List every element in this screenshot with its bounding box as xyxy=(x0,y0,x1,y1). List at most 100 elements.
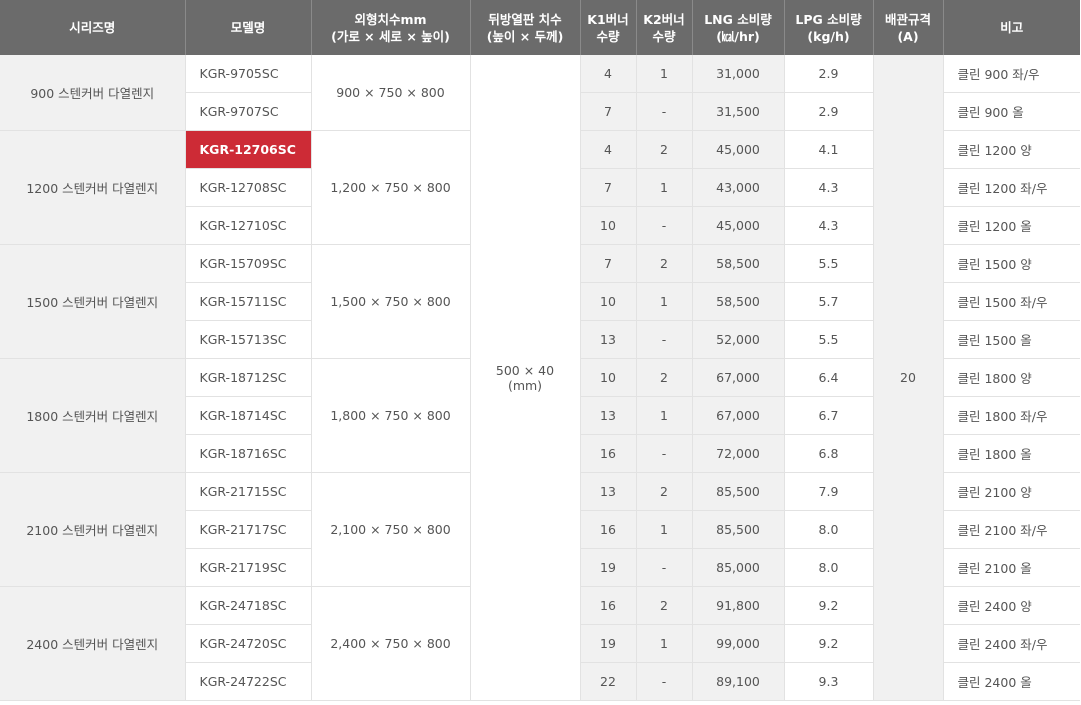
k1-burner-count-cell: 13 xyxy=(580,472,637,511)
k2-burner-count-cell: 1 xyxy=(636,396,693,435)
note-cell: 클린 1800 올 xyxy=(943,434,1080,473)
lpg-consumption-cell: 4.3 xyxy=(784,206,874,245)
header-dimensions-line1: 외형치수mm xyxy=(354,11,427,27)
dimensions-cell: 2,100 × 750 × 800 xyxy=(311,472,471,587)
model-name-cell[interactable]: KGR-9705SC xyxy=(185,55,312,93)
lpg-consumption-cell: 6.7 xyxy=(784,396,874,435)
lpg-consumption-cell: 9.2 xyxy=(784,624,874,663)
note-cell: 클린 1200 양 xyxy=(943,130,1080,169)
model-name-cell[interactable]: KGR-18712SC xyxy=(185,358,312,397)
k2-burner-count-cell: 2 xyxy=(636,472,693,511)
lng-consumption-cell: 91,800 xyxy=(692,586,785,625)
back-panel-size-unit: (mm) xyxy=(507,377,543,393)
model-name-cell[interactable]: KGR-24718SC xyxy=(185,586,312,625)
k1-burner-count-cell: 10 xyxy=(580,206,637,245)
note-cell: 클린 2400 양 xyxy=(943,586,1080,625)
model-name-cell[interactable]: KGR-15709SC xyxy=(185,244,312,283)
lng-consumption-cell: 31,000 xyxy=(692,55,785,93)
model-name-cell[interactable]: KGR-12708SC xyxy=(185,168,312,207)
lng-consumption-cell: 85,500 xyxy=(692,510,785,549)
lpg-consumption-cell: 6.8 xyxy=(784,434,874,473)
header-back-panel: 뒤방열판 치수 (높이 × 두께) xyxy=(469,0,580,55)
pipe-spec-cell: 20 xyxy=(873,55,944,701)
note-cell: 클린 1800 좌/우 xyxy=(943,396,1080,435)
header-pipe: 배관규격 (A) xyxy=(872,0,943,55)
k1-burner-count-cell: 19 xyxy=(580,624,637,663)
header-lng-line1: LNG 소비량 xyxy=(704,11,772,27)
k2-burner-count-cell: 1 xyxy=(636,168,693,207)
lpg-consumption-cell: 9.2 xyxy=(784,586,874,625)
header-model-label: 모델명 xyxy=(230,20,266,35)
header-back-panel-line1: 뒤방열판 치수 xyxy=(488,11,562,27)
lpg-consumption-cell: 5.7 xyxy=(784,282,874,321)
back-panel-size-cell: 500 × 40 (mm) xyxy=(470,55,581,701)
header-lpg-line1: LPG 소비량 xyxy=(795,11,862,27)
series-name-cell: 1500 스텐커버 다열렌지 xyxy=(0,244,186,359)
model-name-cell[interactable]: KGR-21719SC xyxy=(185,548,312,587)
lpg-consumption-cell: 8.0 xyxy=(784,548,874,587)
note-cell: 클린 1800 양 xyxy=(943,358,1080,397)
back-panel-size-value: 500 × 40 xyxy=(495,362,555,378)
header-dimensions: 외형치수mm (가로 × 세로 × 높이) xyxy=(310,0,470,55)
model-name-cell[interactable]: KGR-24722SC xyxy=(185,662,312,701)
series-name-cell: 900 스텐커버 다열렌지 xyxy=(0,55,186,131)
model-name-cell-selected[interactable]: KGR-12706SC xyxy=(185,130,312,169)
header-k2-line2: 수량 xyxy=(652,28,676,44)
k1-burner-count-cell: 16 xyxy=(580,586,637,625)
k1-burner-count-cell: 13 xyxy=(580,396,637,435)
lpg-consumption-cell: 5.5 xyxy=(784,244,874,283)
model-name-cell[interactable]: KGR-21715SC xyxy=(185,472,312,511)
note-cell: 클린 1500 올 xyxy=(943,320,1080,359)
note-cell: 클린 1500 좌/우 xyxy=(943,282,1080,321)
lng-consumption-cell: 52,000 xyxy=(692,320,785,359)
lpg-consumption-cell: 7.9 xyxy=(784,472,874,511)
k2-burner-count-cell: - xyxy=(636,92,693,131)
k1-burner-count-cell: 10 xyxy=(580,282,637,321)
lng-consumption-cell: 45,000 xyxy=(692,130,785,169)
model-name-cell[interactable]: KGR-9707SC xyxy=(185,92,312,131)
header-pipe-line1: 배관규격 xyxy=(884,11,931,27)
series-name-cell: 1200 스텐커버 다열렌지 xyxy=(0,130,186,245)
header-pipe-line2: (A) xyxy=(897,28,919,44)
table-row: 900 스텐커버 다열렌지 KGR-9705SC 900 × 750 × 800 50… xyxy=(0,55,1080,701)
lng-consumption-cell: 58,500 xyxy=(692,282,785,321)
model-name-cell[interactable]: KGR-18716SC xyxy=(185,434,312,473)
note-cell: 클린 2100 양 xyxy=(943,472,1080,511)
k2-burner-count-cell: 1 xyxy=(636,282,693,321)
header-k1-line1: K1버너 xyxy=(587,11,629,27)
lpg-consumption-cell: 6.4 xyxy=(784,358,874,397)
k1-burner-count-cell: 22 xyxy=(580,662,637,701)
model-name-cell[interactable]: KGR-18714SC xyxy=(185,396,312,435)
note-cell: 클린 2400 올 xyxy=(943,662,1080,701)
header-lpg: LPG 소비량 (kg/h) xyxy=(783,0,873,55)
model-name-cell[interactable]: KGR-21717SC xyxy=(185,510,312,549)
header-series: 시리즈명 xyxy=(0,0,185,55)
header-note: 비고 xyxy=(942,0,1080,55)
header-k1-burner: K1버너 수량 xyxy=(579,0,636,55)
lng-consumption-cell: 58,500 xyxy=(692,244,785,283)
model-name-cell[interactable]: KGR-15713SC xyxy=(185,320,312,359)
header-row: 시리즈명 모델명 외형치수mm (가로 × 세로 × 높이) 뒤방열판 치수 (높이… xyxy=(0,0,1080,55)
lng-consumption-cell: 45,000 xyxy=(692,206,785,245)
k2-burner-count-cell: - xyxy=(636,662,693,701)
lng-consumption-cell: 67,000 xyxy=(692,396,785,435)
header-note-label: 비고 xyxy=(1000,20,1024,35)
model-name-cell[interactable]: KGR-15711SC xyxy=(185,282,312,321)
k1-burner-count-cell: 16 xyxy=(580,510,637,549)
note-cell: 클린 1200 좌/우 xyxy=(943,168,1080,207)
k1-burner-count-cell: 19 xyxy=(580,548,637,587)
k1-burner-count-cell: 7 xyxy=(580,92,637,131)
model-name-cell[interactable]: KGR-24720SC xyxy=(185,624,312,663)
lpg-consumption-cell: 5.5 xyxy=(784,320,874,359)
lng-consumption-cell: 67,000 xyxy=(692,358,785,397)
table-header: 시리즈명 모델명 외형치수mm (가로 × 세로 × 높이) 뒤방열판 치수 (높이… xyxy=(0,0,1080,55)
k2-burner-count-cell: 2 xyxy=(636,244,693,283)
note-cell: 클린 1200 올 xyxy=(943,206,1080,245)
model-name-cell[interactable]: KGR-12710SC xyxy=(185,206,312,245)
lng-consumption-cell: 85,500 xyxy=(692,472,785,511)
note-cell: 클린 900 올 xyxy=(943,92,1080,131)
lng-consumption-cell: 85,000 xyxy=(692,548,785,587)
header-lng: LNG 소비량 (㎉/hr) xyxy=(691,0,784,55)
k1-burner-count-cell: 4 xyxy=(580,55,637,93)
k1-burner-count-cell: 7 xyxy=(580,168,637,207)
